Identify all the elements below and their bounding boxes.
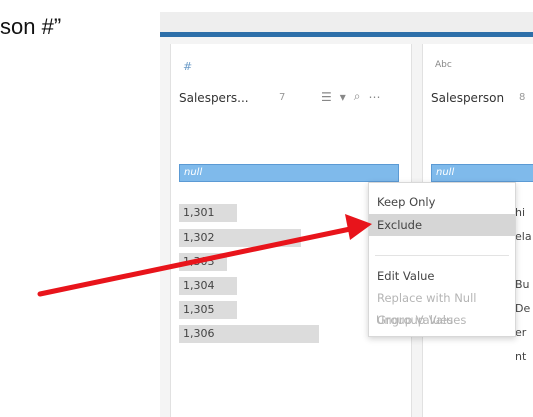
value-fragment[interactable]: Bu [515, 278, 530, 291]
value-fragment[interactable]: er [515, 326, 526, 339]
value-fragment[interactable]: De [515, 302, 530, 315]
value-row-1306[interactable]: 1,306 [179, 325, 319, 343]
sort-icon[interactable]: ☰ [321, 90, 332, 104]
menu-item-keep-only[interactable]: Keep Only [377, 195, 435, 209]
null-value-bar[interactable]: null [431, 164, 533, 182]
chevron-down-icon[interactable]: ▾ [340, 90, 346, 104]
value-fragment[interactable]: ela [515, 230, 532, 243]
toolbar-strip [160, 12, 533, 32]
more-options-icon[interactable]: ⋯ [369, 90, 381, 104]
count-badge: 8 [519, 92, 526, 103]
menu-item-edit-value[interactable]: Edit Value [377, 269, 435, 283]
value-row-1305[interactable]: 1,305 [179, 301, 237, 319]
field-name[interactable]: Salespers... [179, 91, 249, 105]
count-badge: 7 [279, 92, 286, 103]
menu-separator [375, 255, 509, 256]
accent-bar [160, 32, 533, 37]
value-fragment[interactable]: nt [515, 350, 526, 363]
card-toolbar: ☰ ▾ ⌕ ⋯ [321, 89, 381, 104]
null-value-bar[interactable]: null [179, 164, 399, 182]
field-name[interactable]: Salesperson [431, 91, 504, 105]
string-type-icon[interactable]: Abc [435, 60, 452, 70]
search-icon[interactable]: ⌕ [354, 89, 361, 104]
value-row-1304[interactable]: 1,304 [179, 277, 237, 295]
caption-text: son #” [0, 14, 62, 39]
menu-item-replace-with-null: Replace with Null [377, 291, 477, 305]
menu-item-exclude[interactable]: Exclude [369, 214, 515, 236]
value-fragment[interactable]: hi [515, 206, 525, 219]
value-row-1301[interactable]: 1,301 [179, 204, 237, 222]
menu-item-ungroup-values: Ungroup Values [376, 313, 467, 327]
number-type-icon[interactable]: # [183, 60, 192, 73]
value-row-1302[interactable]: 1,302 [179, 229, 301, 247]
value-row-1303[interactable]: 1,303 [179, 253, 227, 271]
